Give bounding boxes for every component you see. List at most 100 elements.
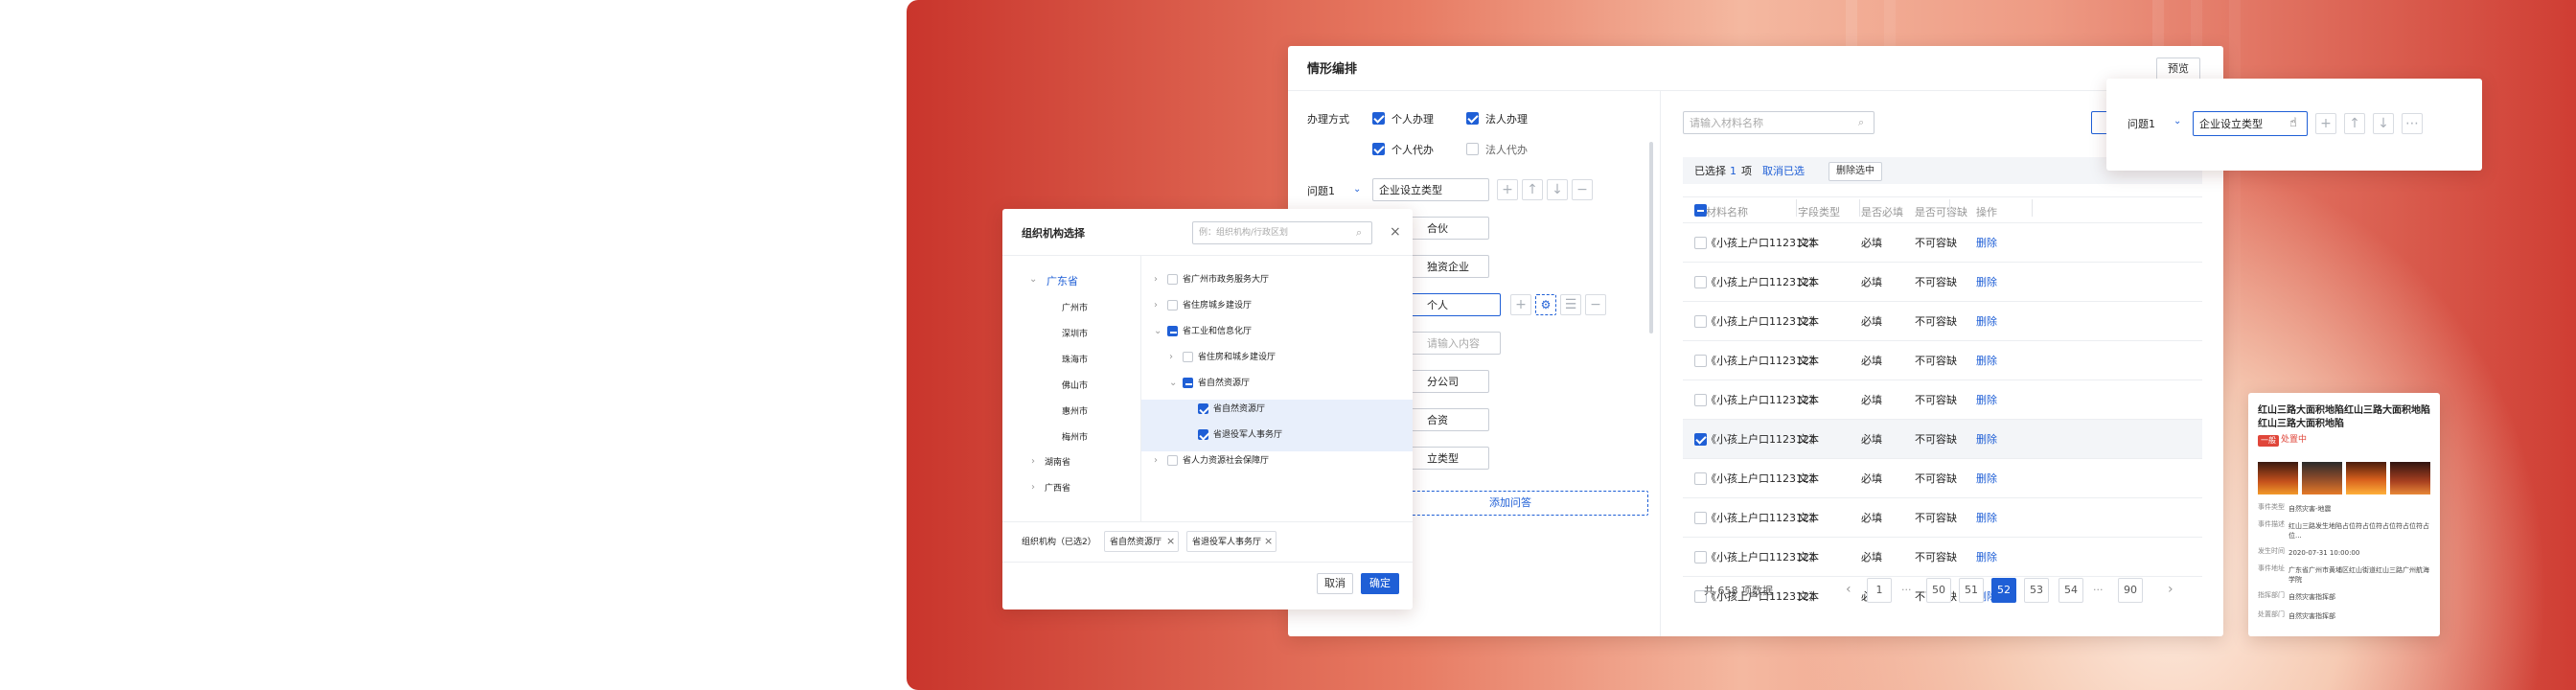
chevron-right-icon[interactable]: › xyxy=(1154,455,1158,466)
cancel-selection-link[interactable]: 取消已选 xyxy=(1762,166,1805,176)
question-select[interactable]: 企业设立类型 xyxy=(1372,178,1489,201)
delete-link[interactable]: 删除 xyxy=(1976,434,1997,445)
arrow-down-icon[interactable]: ↓ xyxy=(1547,179,1568,200)
page-button[interactable]: 51 xyxy=(1959,578,1984,603)
chevron-right-icon[interactable]: › xyxy=(1154,300,1158,310)
selected-tag[interactable]: 省自然资源厅 × xyxy=(1104,531,1179,552)
org-checkbox[interactable] xyxy=(1167,300,1178,310)
region-item[interactable]: 广西省 xyxy=(1045,485,1070,494)
chevron-right-icon[interactable]: › xyxy=(1154,274,1158,285)
table-row[interactable]: 《小孩上户口112312》文本必填不可容缺删除 xyxy=(1683,222,2202,262)
page-button[interactable]: 50 xyxy=(1926,578,1951,603)
table-row[interactable]: 《小孩上户口112312》文本必填不可容缺删除 xyxy=(1683,340,2202,380)
region-item[interactable]: 佛山市 xyxy=(1062,382,1088,391)
arrow-up-icon[interactable]: ↑ xyxy=(2344,113,2365,134)
required-flag: 必填 xyxy=(1861,394,1882,406)
org-checkbox[interactable] xyxy=(1198,403,1208,414)
chevron-right-icon[interactable]: › xyxy=(1031,456,1035,467)
org-search-input[interactable]: 例：组织机构/行政区划 ⌕ xyxy=(1192,221,1372,244)
field-value: 自然灾害指挥部 xyxy=(2288,612,2335,620)
cancel-button[interactable]: 取消 xyxy=(1317,573,1353,594)
preview-button[interactable]: 预览 xyxy=(2156,58,2200,80)
org-checkbox[interactable] xyxy=(1183,352,1193,362)
org-checkbox[interactable] xyxy=(1167,274,1178,285)
region-item[interactable]: 广州市 xyxy=(1062,305,1088,313)
page-button[interactable]: 53 xyxy=(2024,578,2049,603)
add-question-button[interactable]: 添加问答 xyxy=(1372,491,1648,516)
page-button[interactable]: 90 xyxy=(2118,578,2143,603)
delete-link[interactable]: 删除 xyxy=(1976,316,1997,327)
org-checkbox[interactable] xyxy=(1167,455,1178,466)
region-item[interactable]: 珠海市 xyxy=(1062,356,1088,365)
org-item-label[interactable]: 省退役军人事务厅 xyxy=(1213,431,1282,440)
chevron-right-icon[interactable]: › xyxy=(1169,352,1173,362)
region-item[interactable]: 湖南省 xyxy=(1045,459,1070,468)
region-item[interactable]: 深圳市 xyxy=(1062,331,1088,339)
column-header: 是否可容缺 xyxy=(1915,206,1967,218)
chevron-down-icon[interactable]: ⌄ xyxy=(1029,274,1037,285)
checkbox[interactable] xyxy=(1372,143,1385,155)
page-button[interactable]: 54 xyxy=(2058,578,2083,603)
checkbox[interactable] xyxy=(1466,112,1479,125)
selected-tag[interactable]: 省退役军人事务厅 × xyxy=(1186,531,1276,552)
checkbox[interactable] xyxy=(1372,112,1385,125)
region-item[interactable]: 梅州市 xyxy=(1062,434,1088,443)
org-item-label[interactable]: 省人力资源社会保障厅 xyxy=(1183,457,1269,466)
required-flag: 必填 xyxy=(1861,551,1882,564)
table-row[interactable]: 《小孩上户口112312》文本必填不可容缺删除 xyxy=(1683,458,2202,497)
chevron-down-icon[interactable]: ⌄ xyxy=(2174,116,2181,126)
org-checkbox[interactable] xyxy=(1198,429,1208,440)
org-item-label[interactable]: 省住房城乡建设厅 xyxy=(1183,302,1252,310)
chevron-down-icon[interactable]: ⌄ xyxy=(1353,184,1361,195)
remove-icon[interactable]: − xyxy=(1585,294,1606,315)
page-button[interactable]: 52 xyxy=(1991,578,2016,603)
chevron-right-icon[interactable]: › xyxy=(2168,583,2174,596)
org-item-label[interactable]: 省自然资源厅 xyxy=(1198,380,1250,388)
question-select[interactable]: 企业设立类型 ☝ xyxy=(2193,111,2308,136)
delete-link[interactable]: 删除 xyxy=(1976,395,1997,405)
close-icon[interactable]: × xyxy=(1166,536,1175,546)
table-row[interactable]: 《小孩上户口112312》文本必填不可容缺删除 xyxy=(1683,301,2202,340)
arrow-up-icon[interactable]: ↑ xyxy=(1522,179,1543,200)
org-item-label[interactable]: 省住房和城乡建设厅 xyxy=(1198,354,1276,362)
table-row[interactable]: 《小孩上户口112312》文本必填不可容缺删除 xyxy=(1683,497,2202,537)
close-icon[interactable]: × xyxy=(1264,536,1273,546)
delete-link[interactable]: 删除 xyxy=(1976,277,1997,288)
checkbox[interactable] xyxy=(1466,143,1479,155)
delete-link[interactable]: 删除 xyxy=(1976,473,1997,484)
delete-link[interactable]: 删除 xyxy=(1976,552,1997,563)
more-icon[interactable]: ⋯ xyxy=(2402,113,2423,134)
table-row[interactable]: 《小孩上户口112312》文本必填不可容缺删除 xyxy=(1683,262,2202,301)
chevron-right-icon[interactable]: › xyxy=(1031,482,1035,493)
table-row[interactable]: 《小孩上户口112312》文本必填不可容缺删除 xyxy=(1683,380,2202,419)
chevron-down-icon[interactable]: ⌄ xyxy=(1169,378,1177,388)
list-icon[interactable]: ☰ xyxy=(1560,294,1581,315)
region-item[interactable]: 惠州市 xyxy=(1062,408,1088,417)
chevron-left-icon[interactable]: ‹ xyxy=(1846,583,1852,596)
missing-flag: 不可容缺 xyxy=(1915,551,1957,564)
org-checkbox[interactable] xyxy=(1183,378,1193,388)
chevron-down-icon[interactable]: ⌄ xyxy=(1154,326,1162,336)
remove-icon[interactable]: − xyxy=(1572,179,1593,200)
material-search-input[interactable]: 请输入材料名称 ⌕ xyxy=(1683,111,1874,134)
settings-icon[interactable]: ⚙ xyxy=(1535,294,1556,315)
add-icon[interactable]: + xyxy=(1510,294,1531,315)
add-icon[interactable]: + xyxy=(1497,179,1518,200)
region-root[interactable]: 广东省 xyxy=(1046,276,1078,287)
close-icon[interactable]: × xyxy=(1390,225,1401,239)
confirm-button[interactable]: 确定 xyxy=(1361,573,1399,594)
org-checkbox[interactable] xyxy=(1167,326,1178,336)
delete-link[interactable]: 删除 xyxy=(1976,238,1997,248)
table-row[interactable]: 《小孩上户口112312》文本必填不可容缺删除 xyxy=(1683,419,2202,458)
add-icon[interactable]: + xyxy=(2315,113,2336,134)
org-item-label[interactable]: 省工业和信息化厅 xyxy=(1183,328,1252,336)
scrollbar[interactable] xyxy=(1649,142,1653,334)
org-item-label[interactable]: 省自然资源厅 xyxy=(1213,405,1265,414)
delete-link[interactable]: 删除 xyxy=(1976,513,1997,523)
delete-link[interactable]: 删除 xyxy=(1976,356,1997,366)
delete-selected-button[interactable]: 删除选中 xyxy=(1828,162,1882,181)
table-row[interactable]: 《小孩上户口112312》文本必填不可容缺删除 xyxy=(1683,537,2202,576)
page-button[interactable]: 1 xyxy=(1867,578,1892,603)
arrow-down-icon[interactable]: ↓ xyxy=(2373,113,2394,134)
org-item-label[interactable]: 省广州市政务服务大厅 xyxy=(1183,276,1269,285)
